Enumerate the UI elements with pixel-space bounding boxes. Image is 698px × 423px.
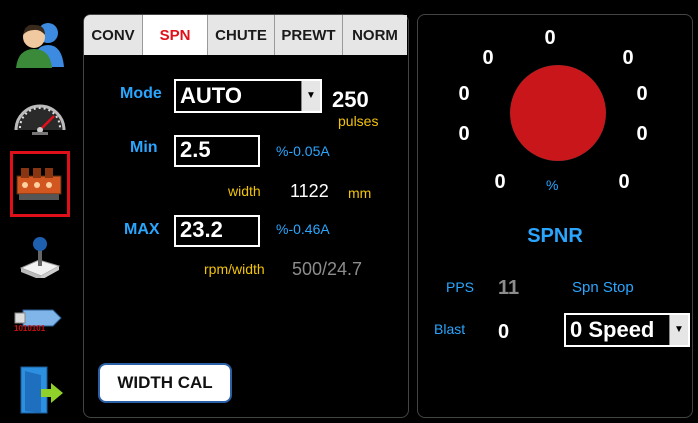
dial-value: 0 [458,123,470,145]
tab-spn[interactable]: SPN [143,15,208,55]
width-cal-button[interactable]: WIDTH CAL [98,363,232,403]
spinner-title: SPNR [527,225,583,247]
tab-conv[interactable]: CONV [84,15,143,55]
mode-value: AUTO [180,83,242,108]
sidebar-item-joystick[interactable] [10,226,70,286]
pps-value: 11 [498,277,520,299]
dial-unit: % [546,177,559,193]
spn-stop-label: Spn Stop [572,279,634,296]
blast-label: Blast [434,321,466,337]
speed-value: 0 Speed [570,317,655,342]
dial-value: 0 [622,47,634,69]
min-note: %-0.05A [276,143,330,159]
mode-select[interactable]: AUTO ▼ [174,79,322,113]
mode-label: Mode [120,85,162,102]
tab-prewt[interactable]: PREWT [275,15,343,55]
pulses-value: 250 [332,87,369,112]
dial-value: 0 [458,83,470,105]
sidebar-item-exit[interactable] [10,360,70,420]
max-label: MAX [124,221,160,238]
dial-value: 0 [636,83,648,105]
min-field[interactable]: 2.5 [174,135,260,167]
dial-value: 0 [544,27,556,49]
tab-chute[interactable]: CHUTE [208,15,275,55]
width-unit: mm [348,185,372,201]
pps-label: PPS [446,279,475,295]
spn-panel: CONV SPN CHUTE PREWT NORM Mode AUTO ▼ 25… [83,14,409,418]
tab-norm[interactable]: NORM [343,15,407,55]
users-icon [16,23,64,68]
joystick-icon [19,237,61,278]
rpm-width-value: 500/24.7 [292,259,363,279]
rpm-width-label: rpm/width [204,261,265,277]
dial-value: 0 [494,171,506,193]
hydraulic-valve-icon [16,168,62,200]
spinner-knob[interactable] [510,65,606,161]
sidebar-item-usb[interactable]: 1010101 [10,294,70,354]
chevron-down-icon[interactable]: ▼ [669,315,688,345]
sidebar-item-users[interactable] [10,14,70,74]
dial-value: 0 [618,171,630,193]
width-value: 1122 [290,181,329,201]
usb-label: 1010101 [14,324,46,333]
speed-select[interactable]: 0 Speed ▼ [564,313,690,347]
max-note: %-0.46A [276,221,330,237]
blast-value: 0 [498,321,510,343]
pulses-label: pulses [338,113,379,129]
min-label: Min [130,139,158,156]
spinner-panel: 0 0 0 0 0 0 0 0 0 % SPNR PPS 11 Spn Stop… [417,14,693,418]
dial-value: 0 [636,123,648,145]
sidebar-item-speedometer[interactable] [10,84,70,144]
exit-door-icon [20,366,63,414]
width-label: width [228,183,261,199]
speedometer-icon [14,104,66,135]
chevron-down-icon[interactable]: ▼ [301,81,320,111]
dial-value: 0 [482,47,494,69]
sidebar-item-valves[interactable] [10,151,70,217]
max-field[interactable]: 23.2 [174,215,260,247]
